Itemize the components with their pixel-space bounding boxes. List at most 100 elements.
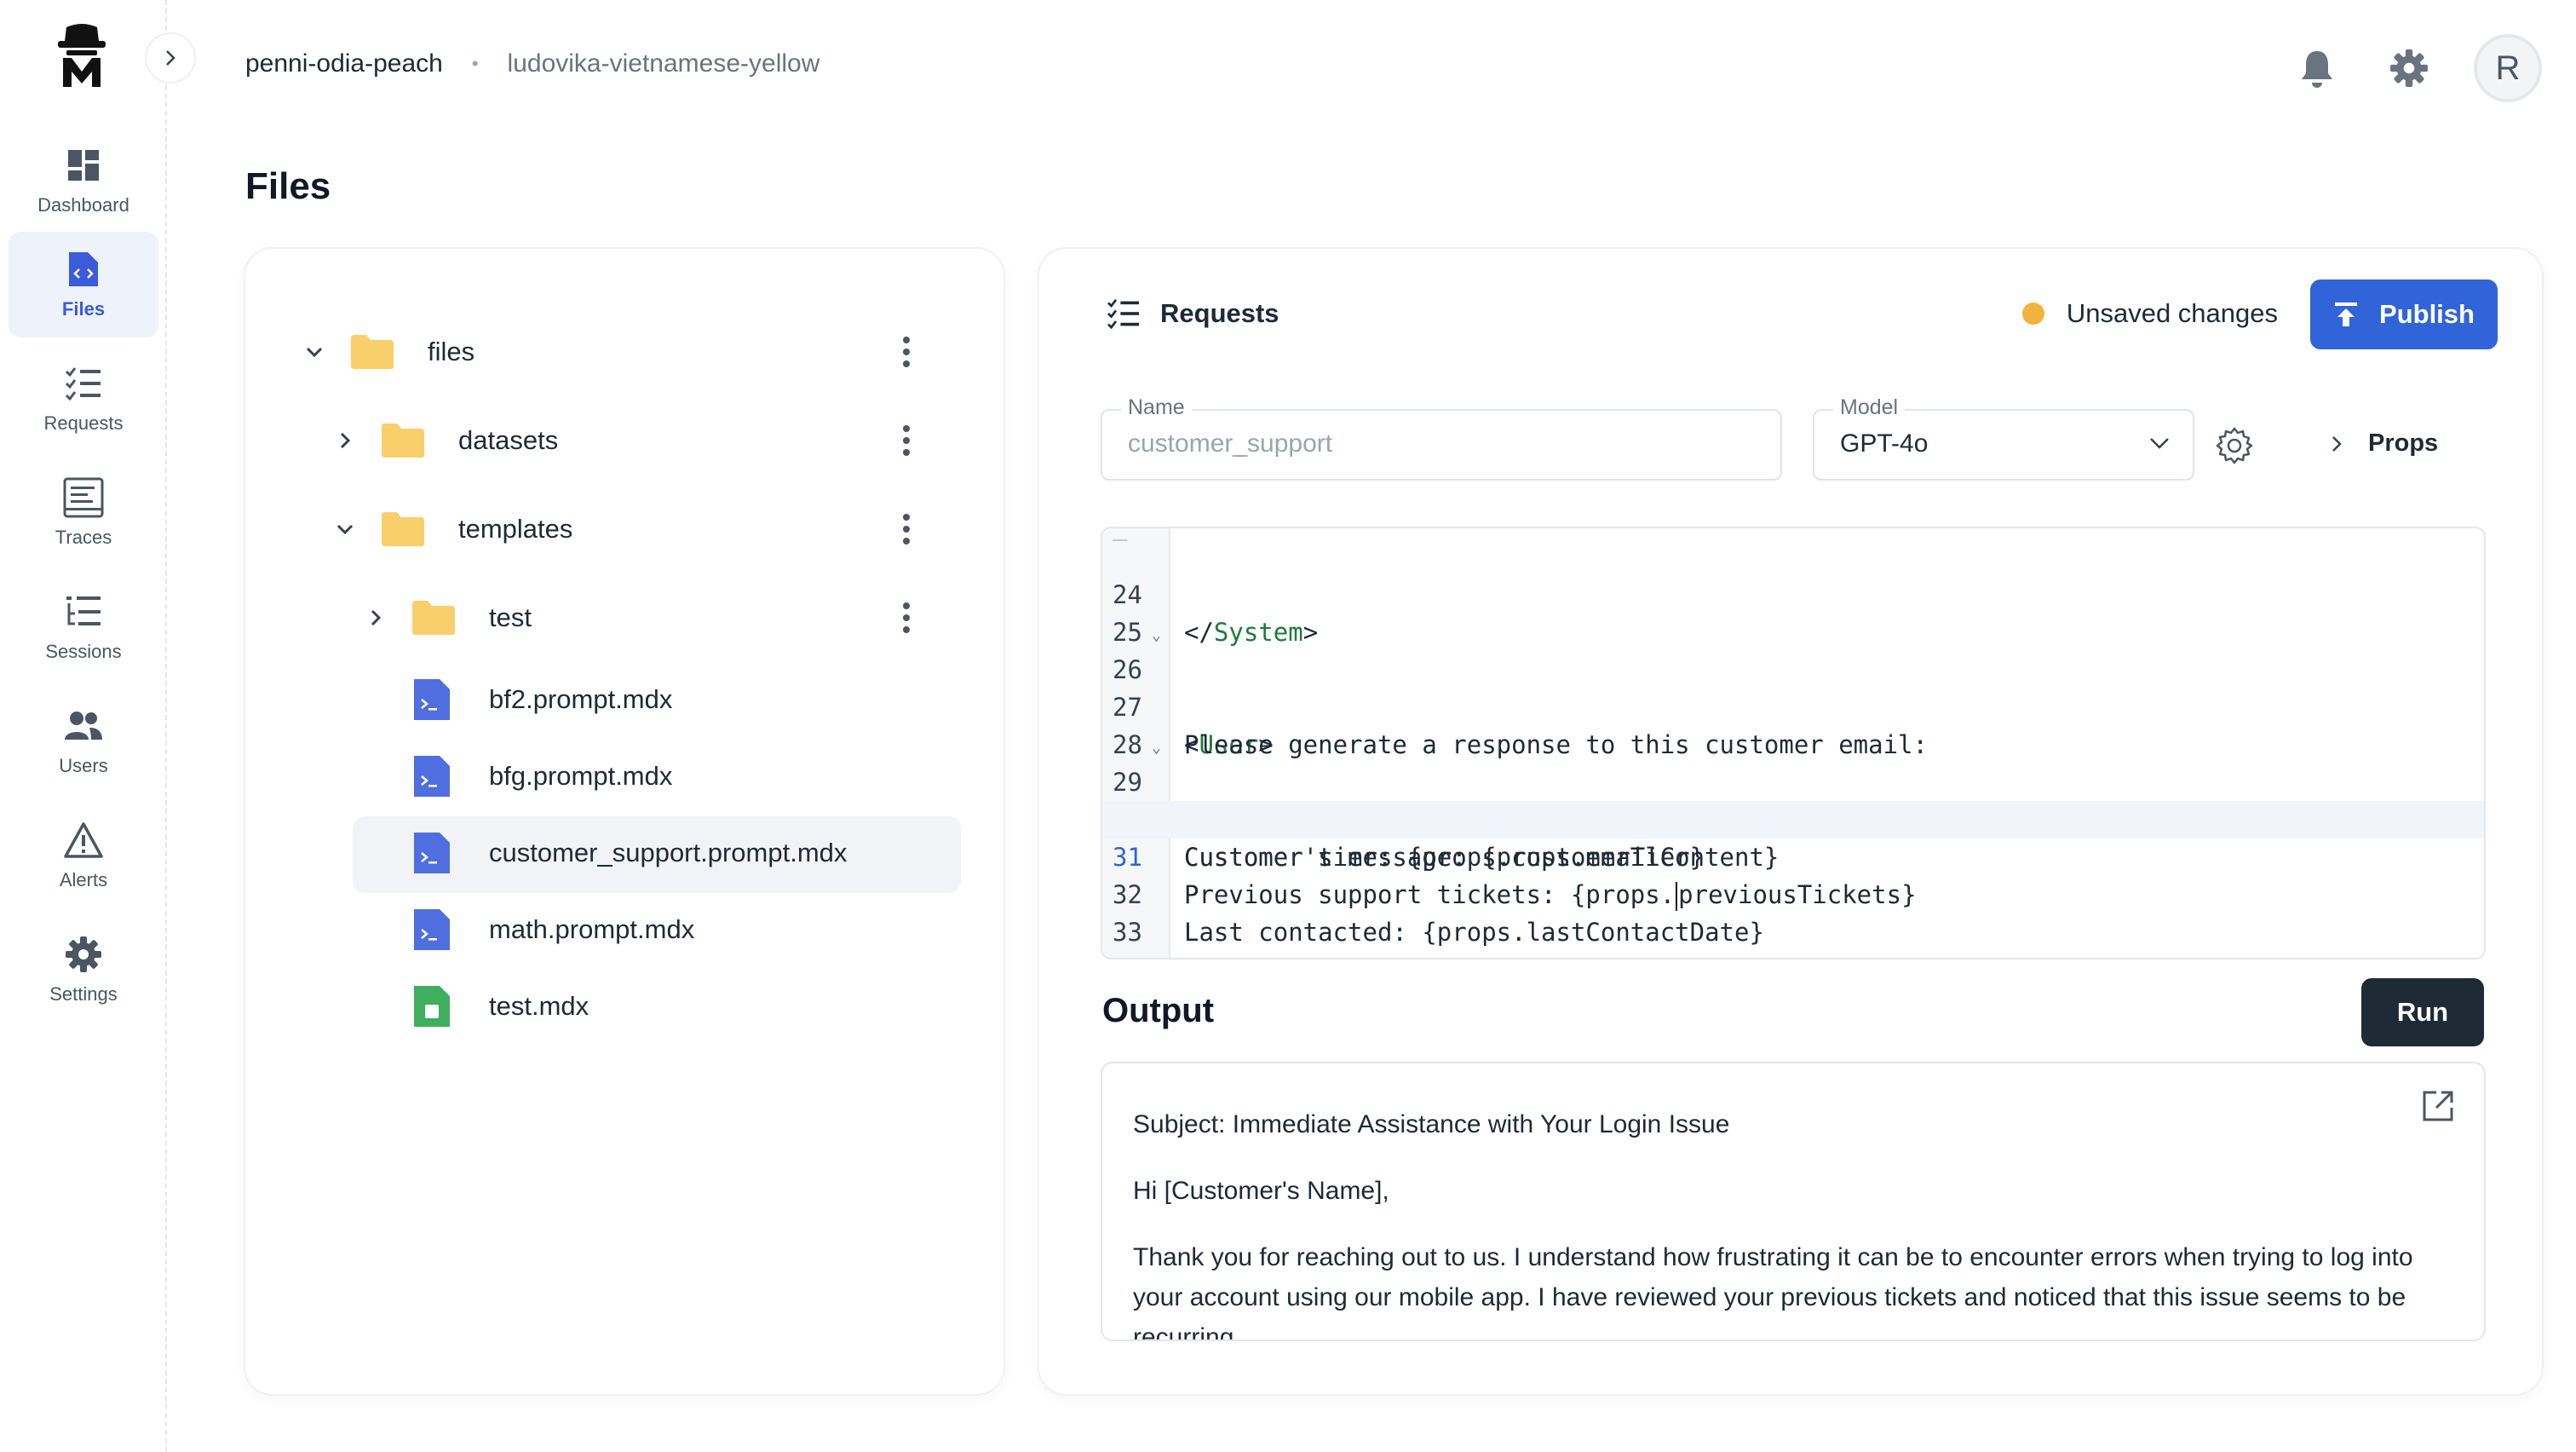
requests-title: Requests — [1160, 298, 1279, 328]
sessions-icon — [63, 591, 104, 632]
model-settings-button[interactable] — [2215, 426, 2254, 465]
code-line-active: 31 Previous support tickets: {props. prev… — [1102, 801, 2484, 911]
tree-item-label: bfg.prompt.mdx — [489, 761, 673, 791]
publish-button[interactable]: Publish — [2310, 279, 2498, 349]
sidebar-item-users[interactable]: Users — [9, 689, 158, 794]
prompt-file-icon — [414, 909, 450, 950]
more-options-icon[interactable] — [898, 333, 915, 371]
mdx-file-icon — [414, 986, 450, 1027]
sidebar-item-requests[interactable]: Requests — [9, 346, 158, 452]
tree-folder-test[interactable]: test — [245, 581, 1003, 654]
props-label: Props — [2368, 429, 2439, 457]
bell-icon[interactable] — [2290, 41, 2344, 95]
gear-outline-icon — [2216, 427, 2253, 464]
output-paragraph: Thank you for reaching out to us. I unde… — [1133, 1243, 2413, 1341]
breadcrumb-org[interactable]: penni-odia-peach — [245, 49, 443, 78]
tree-file-test-mdx[interactable]: test.mdx — [245, 970, 1003, 1043]
gear-icon — [63, 934, 104, 975]
users-icon — [63, 706, 104, 746]
sidebar-item-label: Users — [59, 755, 108, 776]
tree-file-bfg-prompt[interactable]: bfg.prompt.mdx — [245, 740, 1003, 813]
sidebar-item-label: Dashboard — [37, 194, 129, 216]
chevron-down-icon — [2150, 438, 2169, 449]
props-toggle[interactable]: Props — [2331, 429, 2438, 458]
prompt-file-icon — [414, 833, 450, 873]
tree-item-label: customer_support.prompt.mdx — [489, 838, 848, 867]
output-text: Subject: Immediate Assistance with Your … — [1133, 1104, 2455, 1341]
code-line: 26 ⌄ <User> — [1102, 614, 2484, 759]
prompt-file-icon — [414, 756, 450, 797]
folder-icon — [382, 424, 424, 458]
sidebar-item-traces[interactable]: Traces — [9, 460, 158, 566]
header-actions: R — [2290, 34, 2542, 102]
output-title: Output — [1102, 992, 1215, 1029]
sidebar-item-label: Alerts — [59, 869, 108, 890]
tree-item-label: math.prompt.mdx — [489, 914, 695, 944]
more-options-icon[interactable] — [898, 510, 915, 548]
tree-file-math-prompt[interactable]: math.prompt.mdx — [245, 893, 1003, 966]
sidebar-toggle-button[interactable] — [145, 32, 196, 84]
avatar[interactable]: R — [2474, 34, 2542, 102]
more-options-icon[interactable] — [898, 422, 915, 459]
prompt-file-icon — [414, 679, 450, 720]
chevron-right-icon[interactable] — [332, 428, 358, 453]
gear-icon[interactable] — [2382, 41, 2436, 95]
sidebar-item-label: Sessions — [45, 641, 122, 662]
breadcrumb: penni-odia-peach • ludovika-vietnamese-y… — [245, 49, 819, 78]
traces-icon — [63, 477, 104, 518]
name-field-value: customer_support — [1128, 429, 1333, 458]
requests-header: Requests — [1106, 298, 1279, 329]
chevron-down-icon[interactable] — [332, 516, 358, 542]
tree-item-label: files — [428, 337, 475, 366]
tree-file-bf2-prompt[interactable]: bf2.prompt.mdx — [245, 663, 1003, 736]
run-button[interactable]: Run — [2361, 978, 2484, 1046]
sidebar-item-label: Settings — [49, 983, 118, 1005]
tree-folder-files[interactable]: files — [245, 315, 1003, 389]
alert-icon — [63, 820, 104, 861]
upload-icon — [2335, 302, 2358, 326]
file-tree-panel: files datasets templates test bf2.prompt… — [244, 247, 1005, 1396]
tree-item-label: test — [489, 602, 532, 632]
tree-item-label: templates — [458, 514, 573, 544]
tree-folder-templates[interactable]: templates — [245, 493, 1003, 566]
checklist-icon — [63, 363, 104, 404]
code-line: 29 ⌄ Customer's message: {props.emailCon… — [1102, 726, 2484, 872]
sidebar-item-files[interactable]: Files — [9, 232, 158, 337]
tree-folder-datasets[interactable]: datasets — [245, 404, 1003, 477]
sidebar-item-label: Files — [61, 298, 106, 320]
code-editor[interactable]: — 24 </System> 25 26 ⌄ <User> 27 Please … — [1101, 527, 2486, 959]
code-line: 30 Customer tier: {props.customerTier} — [1113, 805, 1705, 872]
editor-panel: Requests Unsaved changes Publish Name cu… — [1038, 247, 2544, 1396]
sidebar-item-label: Traces — [55, 527, 112, 548]
folder-icon — [351, 335, 394, 369]
output-paragraph: Hi [Customer's Name], — [1133, 1177, 1389, 1205]
chevron-right-icon[interactable] — [363, 605, 388, 631]
folder-icon — [412, 601, 455, 635]
folder-icon — [382, 512, 424, 546]
checklist-icon — [1107, 298, 1139, 329]
app-logo[interactable] — [55, 22, 109, 89]
tree-item-label: datasets — [458, 425, 559, 455]
sidebar-item-alerts[interactable]: Alerts — [9, 803, 158, 908]
name-field-label: Name — [1121, 395, 1192, 420]
fold-chevron-icon[interactable]: ⌄ — [1152, 617, 1161, 654]
model-select[interactable]: Model GPT-4o — [1813, 395, 2194, 481]
page-title: Files — [245, 165, 331, 207]
breadcrumb-project[interactable]: ludovika-vietnamese-yellow — [508, 49, 820, 78]
more-options-icon[interactable] — [898, 599, 915, 637]
code-line: 34 </User> — [1102, 913, 2484, 958]
chevron-down-icon[interactable] — [302, 339, 327, 365]
output-paragraph: Subject: Immediate Assistance with Your … — [1133, 1110, 1730, 1138]
sidebar-item-sessions[interactable]: Sessions — [9, 574, 158, 680]
chevron-right-icon — [166, 50, 175, 66]
fold-chevron-icon[interactable]: ⌄ — [1152, 729, 1161, 767]
model-field-label: Model — [1833, 395, 1906, 420]
name-field[interactable]: Name customer_support — [1101, 395, 1782, 481]
sidebar-item-dashboard[interactable]: Dashboard — [9, 128, 158, 233]
tree-file-customer-support-prompt[interactable]: customer_support.prompt.mdx — [245, 816, 1003, 893]
file-code-icon — [63, 249, 104, 290]
tree-item-label: test.mdx — [489, 991, 589, 1021]
sidebar-item-settings[interactable]: Settings — [9, 917, 158, 1023]
unsaved-status: Unsaved changes — [2021, 298, 2278, 329]
output-box[interactable]: Subject: Immediate Assistance with Your … — [1101, 1062, 2486, 1341]
